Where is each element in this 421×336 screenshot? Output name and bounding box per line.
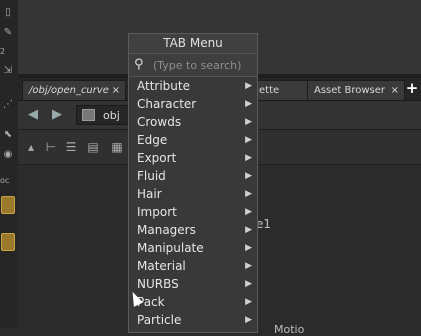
menu-item-fluid[interactable]: Fluid ▶ [129, 167, 257, 185]
transform-icon[interactable]: ⇲ [1, 64, 15, 78]
toolbar-label: oc [0, 176, 10, 185]
menu-item-export[interactable]: Export ▶ [129, 149, 257, 167]
submenu-arrow-icon: ▶ [245, 225, 252, 235]
collapse-icon[interactable]: ▴ [24, 140, 38, 154]
submenu-arrow-icon: ▶ [245, 153, 252, 163]
submenu-arrow-icon: ▶ [245, 261, 252, 271]
menu-item-label: Fluid [137, 169, 166, 183]
submenu-arrow-icon: ▶ [245, 189, 252, 199]
pose-icon[interactable]: ⬉ [1, 128, 15, 142]
menu-item-label: Import [137, 205, 177, 219]
menu-item-label: Hair [137, 187, 162, 201]
submenu-arrow-icon: ▶ [245, 81, 252, 91]
forward-arrow-icon[interactable]: ▶ [50, 108, 64, 122]
search-icon: ⚲ [134, 57, 144, 72]
node-label: e1 [256, 217, 272, 231]
menu-item-pack[interactable]: Pack ▶ [129, 293, 257, 311]
brush-icon[interactable]: ✎ [1, 26, 15, 40]
tab-menu-search: ⚲ [129, 54, 257, 77]
menu-item-label: NURBS [137, 277, 179, 291]
toolbar-handle-icon[interactable]: ▯ [1, 6, 15, 20]
path-location: obj [103, 109, 120, 122]
menu-item-manipulate[interactable]: Manipulate ▶ [129, 239, 257, 257]
submenu-arrow-icon: ▶ [245, 171, 252, 181]
tab-menu: TAB Menu ⚲ Attribute▶Character▶Crowds▶Ed… [128, 33, 258, 333]
submenu-arrow-icon: ▶ [245, 135, 252, 145]
menu-item-label: Crowds [137, 115, 182, 129]
tab-asset-browser[interactable]: Asset Browser × [307, 80, 405, 100]
menu-item-label: Managers [137, 223, 196, 237]
menu-item-label: Edge [137, 133, 168, 147]
menu-item-edge[interactable]: Edge ▶ [129, 131, 257, 149]
grid-view-icon[interactable]: ▦ [110, 140, 124, 154]
submenu-arrow-icon: ▶ [245, 297, 252, 307]
menu-item-material[interactable]: Material ▶ [129, 257, 257, 275]
tab-label: /obj/open_curve [29, 85, 109, 96]
tab-network-path[interactable]: /obj/open_curve × [22, 80, 126, 100]
submenu-arrow-icon: ▶ [245, 243, 252, 253]
back-arrow-icon[interactable]: ◀ [26, 108, 40, 122]
menu-item-managers[interactable]: Managers ▶ [129, 221, 257, 239]
handle-icon[interactable]: ◉ [1, 148, 15, 162]
menu-item-character[interactable]: Character ▶ [129, 95, 257, 113]
menu-item-attribute[interactable]: Attribute ▶ [129, 77, 257, 95]
details-view-icon[interactable]: ▤ [86, 140, 100, 154]
add-tab-icon[interactable]: + [405, 78, 419, 98]
network-path-field[interactable]: obj [76, 105, 130, 125]
menu-item-import[interactable]: Import ▶ [129, 203, 257, 221]
menu-item-nurbs[interactable]: NURBS ▶ [129, 275, 257, 293]
menu-item-label: Manipulate [137, 241, 204, 255]
menu-item-label: Material [137, 259, 186, 273]
submenu-arrow-icon: ▶ [245, 279, 252, 289]
menu-item-particle[interactable]: Particle ▶ [129, 311, 257, 329]
submenu-arrow-icon: ▶ [245, 207, 252, 217]
left-toolbar: ▯ ✎ 2 ⇲ ⋰ ⬉ ◉ oc [0, 0, 19, 328]
tab-label: ette [259, 85, 280, 96]
menu-item-label: Attribute [137, 79, 190, 93]
submenu-arrow-icon: ▶ [245, 99, 252, 109]
menu-item-label: Export [137, 151, 177, 165]
toolbar-label: 2 [0, 47, 6, 56]
gold-tool-icon[interactable] [1, 196, 15, 214]
menu-item-label: Particle [137, 313, 182, 327]
close-icon[interactable]: × [391, 81, 399, 100]
gold-tool-icon[interactable] [1, 233, 15, 251]
node-label: Motio [274, 323, 305, 336]
tab-menu-title: TAB Menu [129, 34, 257, 54]
tab-label: Asset Browser [314, 85, 386, 96]
list-view-icon[interactable]: ☰ [64, 140, 78, 154]
search-input[interactable] [153, 56, 253, 74]
menu-item-crowds[interactable]: Crowds ▶ [129, 113, 257, 131]
menu-item-hair[interactable]: Hair ▶ [129, 185, 257, 203]
tree-view-icon[interactable]: ⊢ [44, 140, 58, 154]
menu-item-label: Character [137, 97, 197, 111]
tab-menu-list: Attribute ▶ Character ▶ Crowds ▶ Edge ▶ Export ▶ F… [129, 77, 257, 329]
select-icon[interactable]: ⋰ [1, 98, 15, 112]
submenu-arrow-icon: ▶ [245, 117, 252, 127]
obj-context-icon [82, 109, 95, 121]
close-icon[interactable]: × [112, 81, 120, 100]
submenu-arrow-icon: ▶ [245, 315, 252, 325]
